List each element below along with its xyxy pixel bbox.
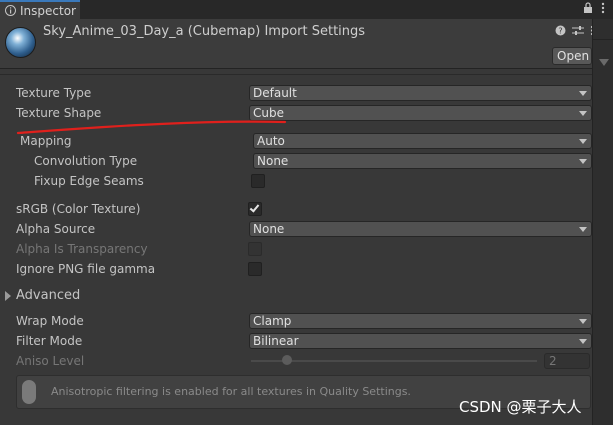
more-icon[interactable]	[601, 2, 605, 14]
wrap-mode-value: Clamp	[253, 314, 292, 328]
chevron-down-icon	[579, 159, 587, 164]
info-icon	[22, 380, 36, 404]
chevron-down-icon	[579, 91, 587, 96]
tab-inspector[interactable]: Inspector	[0, 0, 80, 19]
cubemap-thumbnail	[5, 27, 36, 58]
convolution-type-label: Convolution Type	[34, 154, 138, 168]
mapping-value: Auto	[257, 134, 285, 148]
texture-type-value: Default	[253, 86, 297, 100]
watermark: CSDN @栗子大人	[459, 398, 582, 416]
alpha-source-label: Alpha Source	[16, 222, 96, 236]
filter-mode-dropdown[interactable]: Bilinear	[249, 333, 592, 349]
chevron-down-icon	[579, 227, 587, 232]
aniso-level-label: Aniso Level	[16, 354, 85, 368]
inspector-header: Sky_Anime_03_Day_a (Cubemap) Import Sett…	[0, 19, 594, 69]
texture-type-label: Texture Type	[16, 86, 92, 100]
tab-label: Inspector	[20, 3, 76, 18]
sliders-icon[interactable]	[572, 25, 584, 36]
open-button[interactable]: Open	[552, 47, 592, 65]
advanced-foldout[interactable]: Advanced	[16, 288, 80, 303]
mapping-dropdown[interactable]: Auto	[253, 133, 592, 149]
svg-text:?: ?	[558, 27, 562, 36]
srgb-checkbox[interactable]	[248, 202, 262, 216]
aniso-level-value[interactable]: 2	[544, 353, 590, 369]
chevron-down-icon	[579, 111, 587, 116]
chevron-right-icon[interactable]	[5, 291, 11, 301]
ignore-png-gamma-label: Ignore PNG file gamma	[16, 262, 156, 276]
wrap-mode-label: Wrap Mode	[16, 314, 84, 328]
lock-icon[interactable]	[583, 2, 593, 14]
ignore-png-gamma-checkbox[interactable]	[248, 262, 262, 276]
chevron-down-icon	[579, 139, 587, 144]
convolution-type-value: None	[257, 154, 289, 168]
texture-shape-value: Cube	[253, 106, 284, 120]
info-icon	[5, 5, 16, 16]
convolution-type-dropdown[interactable]: None	[253, 153, 592, 169]
chevron-down-icon	[579, 339, 587, 344]
vertical-scrollbar[interactable]	[592, 19, 613, 425]
filter-mode-label: Filter Mode	[16, 334, 83, 348]
slider-handle[interactable]	[281, 355, 292, 365]
alpha-is-transparency-label: Alpha Is Transparency	[16, 242, 148, 256]
scroll-down-icon[interactable]	[599, 59, 609, 66]
alpha-is-transparency-checkbox[interactable]	[248, 242, 262, 256]
title-bar: Inspector	[0, 0, 613, 19]
fixup-edge-seams-checkbox[interactable]	[251, 174, 265, 188]
header-title: Sky_Anime_03_Day_a (Cubemap) Import Sett…	[43, 24, 366, 39]
mapping-label: Mapping	[20, 134, 72, 148]
texture-type-dropdown[interactable]: Default	[249, 85, 592, 101]
help-icon[interactable]: ?	[555, 25, 566, 36]
srgb-label: sRGB (Color Texture)	[16, 202, 141, 216]
aniso-level-slider[interactable]	[251, 360, 537, 362]
help-text: Anisotropic filtering is enabled for all…	[51, 385, 411, 398]
alpha-source-value: None	[253, 222, 285, 236]
chevron-down-icon	[579, 319, 587, 324]
checkmark-icon	[249, 202, 260, 213]
divider	[0, 74, 592, 75]
texture-shape-label: Texture Shape	[16, 106, 102, 120]
texture-shape-dropdown[interactable]: Cube	[249, 105, 592, 121]
wrap-mode-dropdown[interactable]: Clamp	[249, 313, 592, 329]
alpha-source-dropdown[interactable]: None	[249, 221, 592, 237]
filter-mode-value: Bilinear	[253, 334, 299, 348]
fixup-edge-seams-label: Fixup Edge Seams	[34, 174, 144, 188]
